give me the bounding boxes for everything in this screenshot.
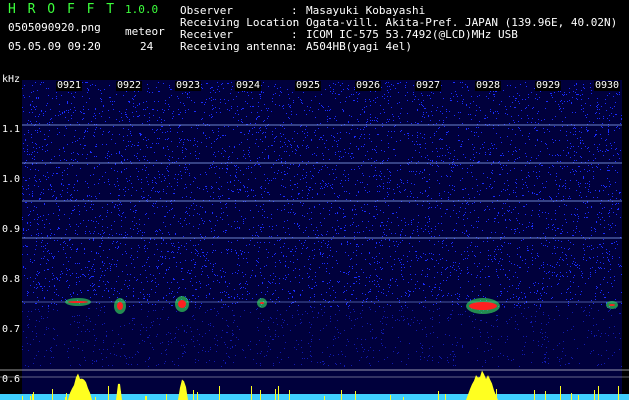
x-tick-0922: 0922: [116, 80, 143, 91]
meteor-spike-27: [145, 396, 146, 400]
meteor-spike-11: [193, 390, 194, 400]
meteor-spike-5: [545, 391, 546, 400]
location-label: Receiving Location: [180, 16, 300, 29]
receiver-colon: :: [291, 28, 298, 41]
location-colon: :: [291, 16, 298, 29]
meteor-spike-12: [66, 393, 67, 400]
meteor-spike-28: [219, 386, 220, 400]
meteor-spike-31: [594, 392, 595, 400]
y-tick-0.7: 0.7: [2, 324, 21, 335]
meteor-echo-1: [68, 301, 88, 303]
meteor-spike-18: [618, 386, 619, 400]
meteor-spike-37: [32, 394, 33, 400]
meteor-spike-9: [278, 386, 279, 400]
meteor-spike-32: [251, 386, 252, 400]
meteor-spike-35: [120, 391, 121, 400]
observer-colon: :: [291, 4, 298, 17]
x-tick-0924: 0924: [235, 80, 262, 91]
receiver-value: ICOM IC-575 53.7492(@LCD)MHz USB: [306, 28, 518, 41]
x-tick-0925: 0925: [295, 80, 322, 91]
spectrogram: [0, 72, 629, 400]
meteor-spike-2: [571, 393, 572, 400]
meteor-spike-10: [496, 389, 497, 400]
meteor-spike-26: [22, 396, 23, 400]
meteor-echo-4: [469, 302, 497, 310]
meteor-echo-6: [609, 304, 615, 306]
meteor-spike-6: [598, 386, 599, 400]
y-axis-unit: kHz: [2, 74, 21, 85]
app-name: H R O F F T: [8, 2, 117, 17]
antenna-colon: :: [291, 40, 298, 53]
meteor-spike-14: [52, 389, 53, 400]
date-time: 05.05.09 09:20: [8, 40, 101, 53]
meteor-spike-23: [445, 394, 446, 400]
meteor-spike-3: [390, 395, 391, 400]
y-tick-1.0: 1.0: [2, 174, 21, 185]
meteor-echo-5: [260, 302, 264, 304]
meteor-echo-3: [178, 300, 186, 308]
meteor-label: meteor: [125, 25, 165, 38]
meteor-count: 24: [140, 40, 154, 53]
x-tick-0923: 0923: [175, 80, 202, 91]
x-tick-0927: 0927: [415, 80, 442, 91]
meteor-spike-16: [77, 393, 78, 400]
meteor-echo-2: [117, 302, 123, 310]
meteor-spike-4: [260, 390, 261, 400]
antenna-value: A504HB(yagi 4el): [306, 40, 412, 53]
meteor-spike-15: [275, 389, 276, 400]
y-tick-1.1: 1.1: [2, 124, 21, 135]
meteor-spike-21: [197, 392, 198, 400]
receiver-label: Receiver: [180, 28, 233, 41]
meteor-spike-1: [355, 391, 356, 400]
spectrogram-canvas: [0, 80, 629, 400]
meteor-spike-24: [534, 390, 535, 400]
x-tick-0926: 0926: [355, 80, 382, 91]
x-tick-0930: 0930: [594, 80, 621, 91]
meteor-spike-13: [166, 394, 167, 400]
location-value: Ogata-vill. Akita-Pref. JAPAN (139.96E, …: [306, 16, 618, 29]
y-tick-0.9: 0.9: [2, 224, 21, 235]
x-tick-0921: 0921: [56, 80, 83, 91]
y-tick-0.6: 0.6: [2, 374, 21, 385]
meteor-spike-39: [108, 386, 109, 400]
meteor-spike-33: [560, 386, 561, 400]
meteor-spike-22: [289, 390, 290, 400]
y-tick-0.8: 0.8: [2, 274, 21, 285]
meteor-spike-17: [341, 390, 342, 400]
meteor-spike-38: [146, 396, 147, 400]
meteor-spike-34: [473, 394, 474, 400]
app-version: 1.0.0: [125, 3, 159, 16]
meteor-spike-29: [33, 392, 34, 400]
meteor-spike-19: [438, 391, 439, 400]
meteor-spike-25: [324, 396, 325, 400]
observer-label: Observer: [180, 4, 233, 17]
file-name: 0505090920.png: [8, 21, 101, 34]
meteor-spike-36: [578, 395, 579, 400]
x-tick-0928: 0928: [475, 80, 502, 91]
observer-value: Masayuki Kobayashi: [306, 4, 426, 17]
x-tick-0929: 0929: [535, 80, 562, 91]
meteor-spike-7: [30, 396, 31, 400]
antenna-label: Receiving antenna: [180, 40, 293, 53]
